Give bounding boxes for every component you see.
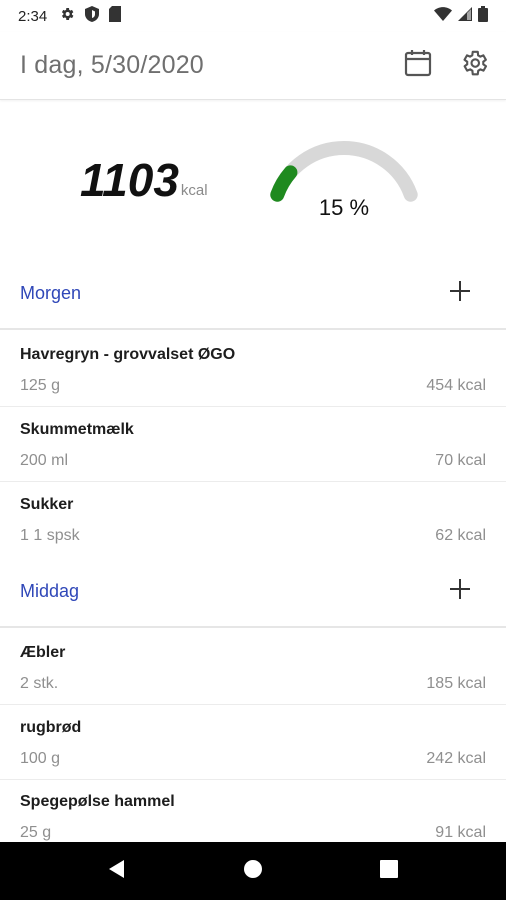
wifi-icon <box>434 7 452 25</box>
page-title[interactable]: I dag, 5/30/2020 <box>20 51 204 80</box>
food-item[interactable]: Sukker 1 1 spsk 62 kcal <box>0 482 506 557</box>
food-amount: 25 g <box>20 824 52 841</box>
food-kcal: 242 kcal <box>426 750 486 767</box>
kcal-unit: kcal <box>180 182 208 199</box>
add-food-button[interactable] <box>436 567 484 615</box>
meal-header-middag: Middag <box>0 556 506 628</box>
back-icon <box>107 859 127 884</box>
status-left: 2:34 <box>18 6 122 26</box>
meal-header-morgen: Morgen <box>0 258 506 330</box>
food-kcal: 62 kcal <box>435 527 486 544</box>
home-icon <box>243 859 263 884</box>
meal-title: Middag <box>20 580 80 601</box>
status-right <box>434 6 488 26</box>
recents-icon <box>379 859 399 884</box>
shield-icon <box>85 6 100 26</box>
food-kcal: 454 kcal <box>426 377 486 394</box>
food-amount: 100 g <box>20 750 61 767</box>
food-amount: 1 1 spsk <box>20 527 80 544</box>
app-bar-actions <box>394 42 506 90</box>
battery-icon <box>478 6 488 26</box>
food-name: rugbrød <box>20 719 82 736</box>
plus-icon <box>449 578 471 605</box>
signal-icon <box>458 7 472 25</box>
food-name: Havregryn - grovvalset ØGO <box>20 346 236 363</box>
food-item[interactable]: Spegepølse hammel 25 g 91 kcal <box>0 779 506 842</box>
meal-title: Morgen <box>20 282 82 303</box>
food-amount: 200 ml <box>20 452 69 469</box>
food-name: Skummetmælk <box>20 421 134 438</box>
add-food-button[interactable] <box>436 269 484 317</box>
plus-icon <box>449 280 471 307</box>
settings-icon <box>459 48 489 83</box>
food-item[interactable]: Skummetmælk 200 ml 70 kcal <box>0 407 506 482</box>
food-kcal: 70 kcal <box>435 452 486 469</box>
status-time: 2:34 <box>18 7 48 25</box>
back-button[interactable] <box>99 853 135 889</box>
calendar-button[interactable] <box>394 42 442 90</box>
app-bar: I dag, 5/30/2020 <box>0 32 506 100</box>
system-nav-bar <box>0 842 506 900</box>
daily-summary: 1103 kcal 15 % <box>0 101 506 257</box>
food-item[interactable]: rugbrød 100 g 242 kcal <box>0 705 506 780</box>
kcal-total: 1103 kcal <box>80 157 208 203</box>
progress-gauge: 15 % <box>262 133 426 233</box>
calendar-icon <box>403 48 433 83</box>
recents-button[interactable] <box>371 853 407 889</box>
sd-card-icon <box>109 6 122 26</box>
food-kcal: 91 kcal <box>435 824 486 841</box>
home-button[interactable] <box>235 853 271 889</box>
status-bar: 2:34 <box>0 0 506 32</box>
food-name: Æbler <box>20 644 66 661</box>
food-item[interactable]: Æbler 2 stk. 185 kcal <box>0 630 506 705</box>
food-name: Spegepølse hammel <box>20 793 175 810</box>
kcal-value: 1103 <box>80 154 179 206</box>
food-name: Sukker <box>20 496 74 513</box>
food-item[interactable]: Havregryn - grovvalset ØGO 125 g 454 kca… <box>0 332 506 407</box>
food-amount: 2 stk. <box>20 675 59 692</box>
settings-button[interactable] <box>450 42 498 90</box>
gauge-fill <box>270 165 298 202</box>
food-kcal: 185 kcal <box>426 675 486 692</box>
gear-icon <box>59 6 75 26</box>
food-amount: 125 g <box>20 377 61 394</box>
progress-percent: 15 % <box>318 195 370 220</box>
